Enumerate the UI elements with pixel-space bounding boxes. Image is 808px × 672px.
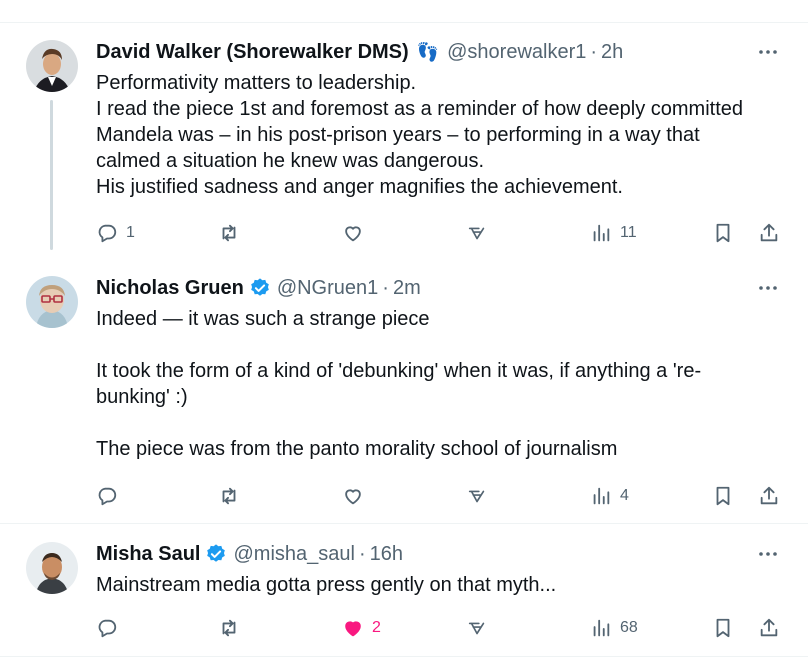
text-line: calmed a situation he knew was dangerous… [96,150,485,172]
views-icon [593,487,610,505]
view-count: 11 [620,224,637,241]
grok-button[interactable] [466,220,488,246]
like-button[interactable]: 2 [342,615,381,641]
share-button[interactable] [758,220,780,246]
share-icon [760,223,778,242]
like-button[interactable] [342,483,372,509]
views-icon [593,619,610,637]
more-icon[interactable] [756,542,780,566]
text-line [96,410,786,436]
verified-badge-icon [207,544,226,562]
timestamp[interactable]: 2h [601,40,623,64]
grok-icon [468,490,485,503]
separator-dot: · [382,277,389,299]
display-name[interactable]: Nicholas Gruen [96,276,244,300]
divider [0,22,808,23]
heart-icon [345,489,361,505]
separator-dot: · [358,543,366,565]
like-count: 2 [372,619,381,636]
tweet-misha-saul[interactable]: Misha Saul @misha_saul · 16h Mainstream … [0,542,808,652]
text-line: The piece was from the panto morality sc… [96,438,618,460]
divider [0,523,808,524]
reply-icon [98,619,117,638]
views-icon [593,224,610,242]
more-icon[interactable] [756,40,780,64]
repost-button[interactable] [218,220,248,246]
reply-button[interactable]: 1 [96,220,135,246]
heart-icon [345,621,361,637]
timestamp[interactable]: 16h [370,542,403,566]
repost-icon [222,619,236,637]
text-line [96,332,786,358]
tweet-header: Misha Saul @misha_saul · 16h [96,542,403,566]
verified-badge-icon [251,278,269,296]
grok-icon [468,227,485,240]
thread-line [50,100,53,250]
more-icon[interactable] [756,276,780,300]
text-line: Indeed — it was such a strange piece [96,308,430,330]
view-count: 68 [620,619,638,636]
user-handle[interactable]: @NGruen1 [277,276,378,300]
repost-icon [222,224,236,242]
grok-icon [468,622,485,635]
reply-button[interactable] [96,483,126,509]
timestamp[interactable]: 2m [393,276,421,300]
action-bar: 1 11 [96,220,786,246]
view-count: 4 [620,487,629,504]
views-button[interactable]: 11 [590,220,637,246]
views-button[interactable]: 4 [590,483,629,509]
reply-button[interactable] [96,615,126,641]
bookmark-icon [716,223,730,243]
text-line: Mandela was – in his post-prison years –… [96,124,700,146]
user-handle[interactable]: @misha_saul [233,542,354,566]
text-line: Mainstream media gotta press gently on t… [96,574,557,596]
tweet-text: Performativity matters to leadership. I … [96,70,786,200]
user-handle[interactable]: @shorewalker1 [447,40,586,64]
divider [0,656,808,657]
repost-button[interactable] [218,483,248,509]
repost-icon [222,487,236,505]
bookmark-icon [716,486,730,506]
grok-button[interactable] [466,615,488,641]
tweet-david-walker[interactable]: David Walker (Shorewalker DMS) 👣 @shorew… [0,40,808,260]
bookmark-button[interactable] [712,483,734,509]
text-line: I read the piece 1st and foremost as a r… [96,98,744,120]
reply-thread: David Walker (Shorewalker DMS) 👣 @shorew… [0,0,808,672]
bookmark-icon [716,618,730,638]
bookmark-button[interactable] [712,220,734,246]
tweet-nicholas-gruen[interactable]: Nicholas Gruen @NGruen1 · 2m Indeed — it… [0,276,808,512]
grok-button[interactable] [466,483,488,509]
text-line: bunking' :) [96,386,188,408]
avatar[interactable] [26,276,78,328]
action-bar: 2 68 [96,615,786,641]
reply-icon [98,487,117,506]
text-line: It took the form of a kind of 'debunking… [96,360,702,382]
heart-icon [345,226,361,242]
separator-dot: · [590,41,598,63]
display-name[interactable]: Misha Saul [96,542,200,566]
share-icon [760,618,778,637]
share-button[interactable] [758,615,780,641]
repost-button[interactable] [218,615,248,641]
bookmark-button[interactable] [712,615,734,641]
views-button[interactable]: 68 [590,615,638,641]
text-line: Performativity matters to leadership. [96,72,417,94]
like-button[interactable] [342,220,372,246]
tweet-text: Mainstream media gotta press gently on t… [96,572,786,598]
avatar[interactable] [26,542,78,594]
tweet-header: David Walker (Shorewalker DMS) 👣 @shorew… [96,40,623,64]
avatar[interactable] [26,40,78,92]
reply-count: 1 [126,224,135,241]
share-button[interactable] [758,483,780,509]
tweet-text: Indeed — it was such a strange piece It … [96,306,786,462]
action-bar: 4 [96,483,786,509]
reply-icon [98,224,117,243]
text-line: His justified sadness and anger magnifie… [96,176,623,198]
tweet-header: Nicholas Gruen @NGruen1 · 2m [96,276,421,300]
share-icon [760,486,778,505]
display-name[interactable]: David Walker (Shorewalker DMS) [96,40,409,64]
footprints-emoji: 👣 [416,42,440,62]
